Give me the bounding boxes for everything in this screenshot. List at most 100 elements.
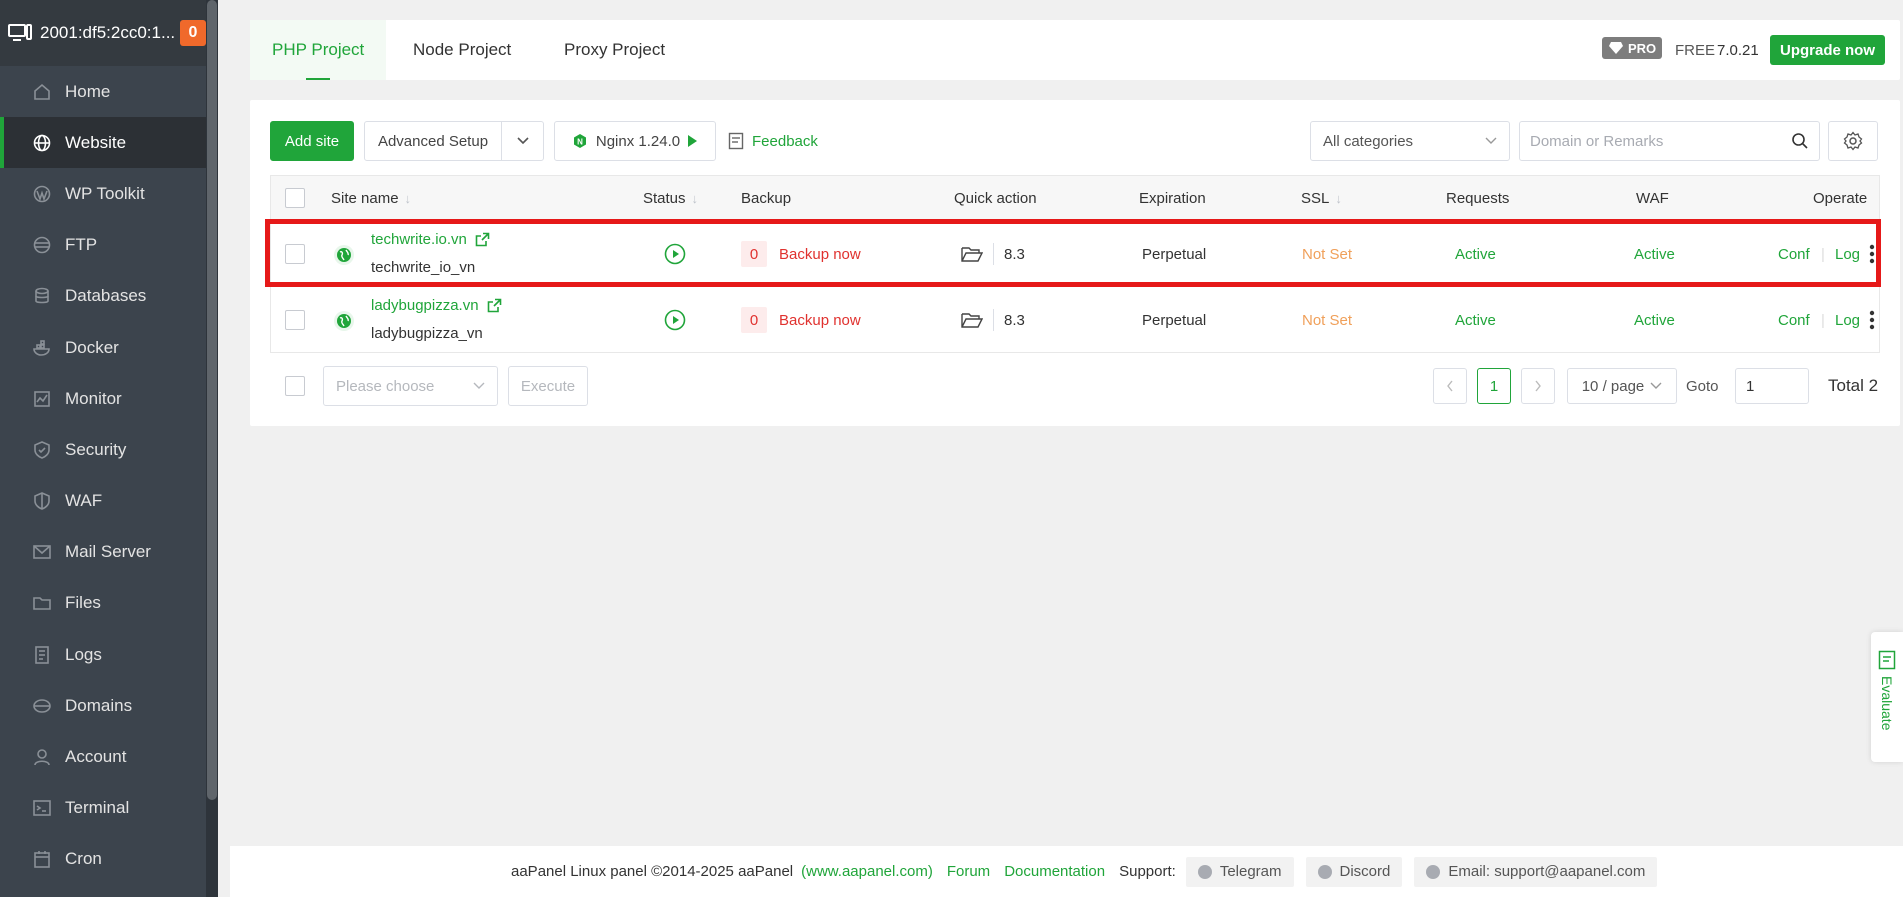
page-size-select[interactable]: 10 / page — [1567, 368, 1677, 404]
settings-button[interactable] — [1828, 121, 1878, 161]
row-checkbox[interactable] — [285, 244, 305, 264]
sidebar-item-website[interactable]: Website — [0, 117, 206, 169]
search-icon[interactable] — [1791, 132, 1809, 150]
sidebar-item-databases[interactable]: Databases — [0, 271, 206, 322]
waf-status-link[interactable]: Active — [1634, 221, 1675, 287]
page-number-button[interactable]: 1 — [1477, 368, 1511, 404]
sort-icon: ↓ — [691, 190, 699, 206]
tab-proxy-project[interactable]: Proxy Project — [542, 20, 687, 80]
evaluate-icon — [1878, 650, 1896, 670]
sidebar-scrollbar[interactable] — [206, 0, 218, 897]
sidebar-item-ftp[interactable]: FTP — [0, 220, 206, 271]
advanced-setup-dropdown[interactable] — [501, 121, 544, 161]
notification-badge[interactable]: 0 — [180, 20, 206, 46]
waf-status-link[interactable]: Active — [1634, 287, 1675, 353]
ssl-status-link[interactable]: Not Set — [1302, 287, 1352, 353]
upgrade-now-button[interactable]: Upgrade now — [1770, 35, 1886, 65]
requests-status-link[interactable]: Active — [1455, 287, 1496, 353]
monitor-icon — [31, 388, 53, 410]
server-selector[interactable]: 2001:df5:2cc0:1... 0 — [0, 0, 206, 66]
sidebar-item-logs[interactable]: Logs — [0, 629, 206, 680]
column-ssl[interactable]: SSL ↓ — [1301, 176, 1342, 220]
forum-link[interactable]: Forum — [947, 863, 990, 880]
running-play-icon[interactable] — [664, 243, 686, 265]
site-remark[interactable]: techwrite_io_vn — [371, 259, 475, 276]
sidebar-item-home[interactable]: Home — [0, 66, 206, 117]
telegram-link[interactable]: Telegram — [1185, 856, 1294, 887]
batch-select-checkbox[interactable] — [285, 376, 305, 396]
tab-php-project[interactable]: PHP Project — [250, 20, 387, 80]
aapanel-site-link[interactable]: (www.aapanel.com) — [801, 863, 933, 880]
external-link-icon[interactable] — [475, 232, 490, 247]
log-link[interactable]: Log — [1835, 287, 1860, 353]
discord-link[interactable]: Discord — [1305, 856, 1403, 887]
column-label: SSL — [1301, 189, 1330, 207]
add-site-button[interactable]: Add site — [270, 121, 354, 161]
conf-link[interactable]: Conf — [1778, 221, 1810, 287]
nginx-service-button[interactable]: N Nginx 1.24.0 — [554, 121, 716, 161]
requests-status-link[interactable]: Active — [1455, 221, 1496, 287]
folder-open-icon[interactable] — [961, 245, 983, 263]
support-label: Support: — [1119, 863, 1176, 880]
sidebar-item-wp-toolkit[interactable]: WP Toolkit — [0, 168, 206, 219]
expiration-value[interactable]: Perpetual — [1142, 221, 1206, 287]
next-page-button[interactable] — [1521, 368, 1555, 404]
chevron-down-icon — [473, 382, 485, 389]
pro-badge[interactable]: PRO — [1602, 37, 1663, 59]
expiration-value[interactable]: Perpetual — [1142, 287, 1206, 353]
advanced-setup-button[interactable]: Advanced Setup — [364, 121, 502, 161]
sidebar-item-terminal[interactable]: Terminal — [0, 783, 206, 834]
table-row: techwrite.io.vn techwrite_io_vn 0 Backup… — [271, 220, 1879, 286]
sidebar-item-label: Terminal — [65, 798, 130, 818]
ssl-status-link[interactable]: Not Set — [1302, 221, 1352, 287]
select-all-checkbox[interactable] — [285, 188, 305, 208]
category-select[interactable]: All categories — [1310, 121, 1510, 161]
php-version-link[interactable]: 8.3 — [1004, 246, 1025, 263]
sidebar-item-docker[interactable]: Docker — [0, 322, 206, 373]
divider: | — [1821, 245, 1825, 263]
documentation-link[interactable]: Documentation — [1004, 863, 1105, 880]
external-link-icon[interactable] — [487, 298, 502, 313]
backup-now-link[interactable]: Backup now — [779, 246, 861, 263]
email-label: Email: support@aapanel.com — [1448, 863, 1646, 880]
more-options-icon[interactable] — [1869, 221, 1875, 287]
goto-page-input[interactable]: 1 — [1735, 368, 1809, 404]
sidebar-item-label: Security — [65, 439, 127, 459]
prev-page-button[interactable] — [1433, 368, 1467, 404]
row-checkbox[interactable] — [285, 310, 305, 330]
site-remark[interactable]: ladybugpizza_vn — [371, 325, 483, 342]
column-status[interactable]: Status ↓ — [643, 176, 698, 220]
email-support-link[interactable]: Email: support@aapanel.com — [1414, 856, 1658, 887]
status-cell[interactable] — [664, 287, 686, 353]
php-version-link[interactable]: 8.3 — [1004, 312, 1025, 329]
sidebar-item-mail-server[interactable]: Mail Server — [0, 527, 206, 578]
batch-placeholder: Please choose — [336, 377, 435, 395]
feedback-link[interactable]: Feedback — [728, 121, 818, 161]
backup-cell[interactable]: 0 Backup now — [741, 287, 861, 353]
folder-open-icon[interactable] — [961, 311, 983, 329]
backup-cell[interactable]: 0 Backup now — [741, 221, 861, 287]
column-site-name[interactable]: Site name ↓ — [331, 176, 411, 220]
site-name-link[interactable]: techwrite.io.vn — [371, 231, 490, 248]
tab-node-project[interactable]: Node Project — [391, 20, 533, 80]
sidebar-item-domains[interactable]: Domains — [0, 680, 206, 731]
sidebar-item-files[interactable]: Files — [0, 578, 206, 629]
sidebar-scroll-thumb[interactable] — [207, 0, 217, 800]
sidebar-item-waf[interactable]: WAF — [0, 476, 206, 527]
backup-now-link[interactable]: Backup now — [779, 312, 861, 329]
search-input[interactable] — [1530, 132, 1791, 150]
more-options-icon[interactable] — [1869, 287, 1875, 353]
execute-button[interactable]: Execute — [508, 366, 588, 406]
site-name-link[interactable]: ladybugpizza.vn — [371, 297, 502, 314]
sidebar-item-security[interactable]: Security — [0, 424, 206, 475]
sidebar-item-label: Logs — [65, 644, 102, 664]
log-link[interactable]: Log — [1835, 221, 1860, 287]
sidebar-item-cron[interactable]: Cron — [0, 834, 206, 885]
sidebar-item-account[interactable]: Account — [0, 731, 206, 782]
status-cell[interactable] — [664, 221, 686, 287]
conf-link[interactable]: Conf — [1778, 287, 1810, 353]
running-play-icon[interactable] — [664, 309, 686, 331]
batch-action-select[interactable]: Please choose — [323, 366, 498, 406]
sidebar-item-monitor[interactable]: Monitor — [0, 373, 206, 424]
evaluate-tab[interactable]: Evaluate — [1871, 632, 1903, 762]
